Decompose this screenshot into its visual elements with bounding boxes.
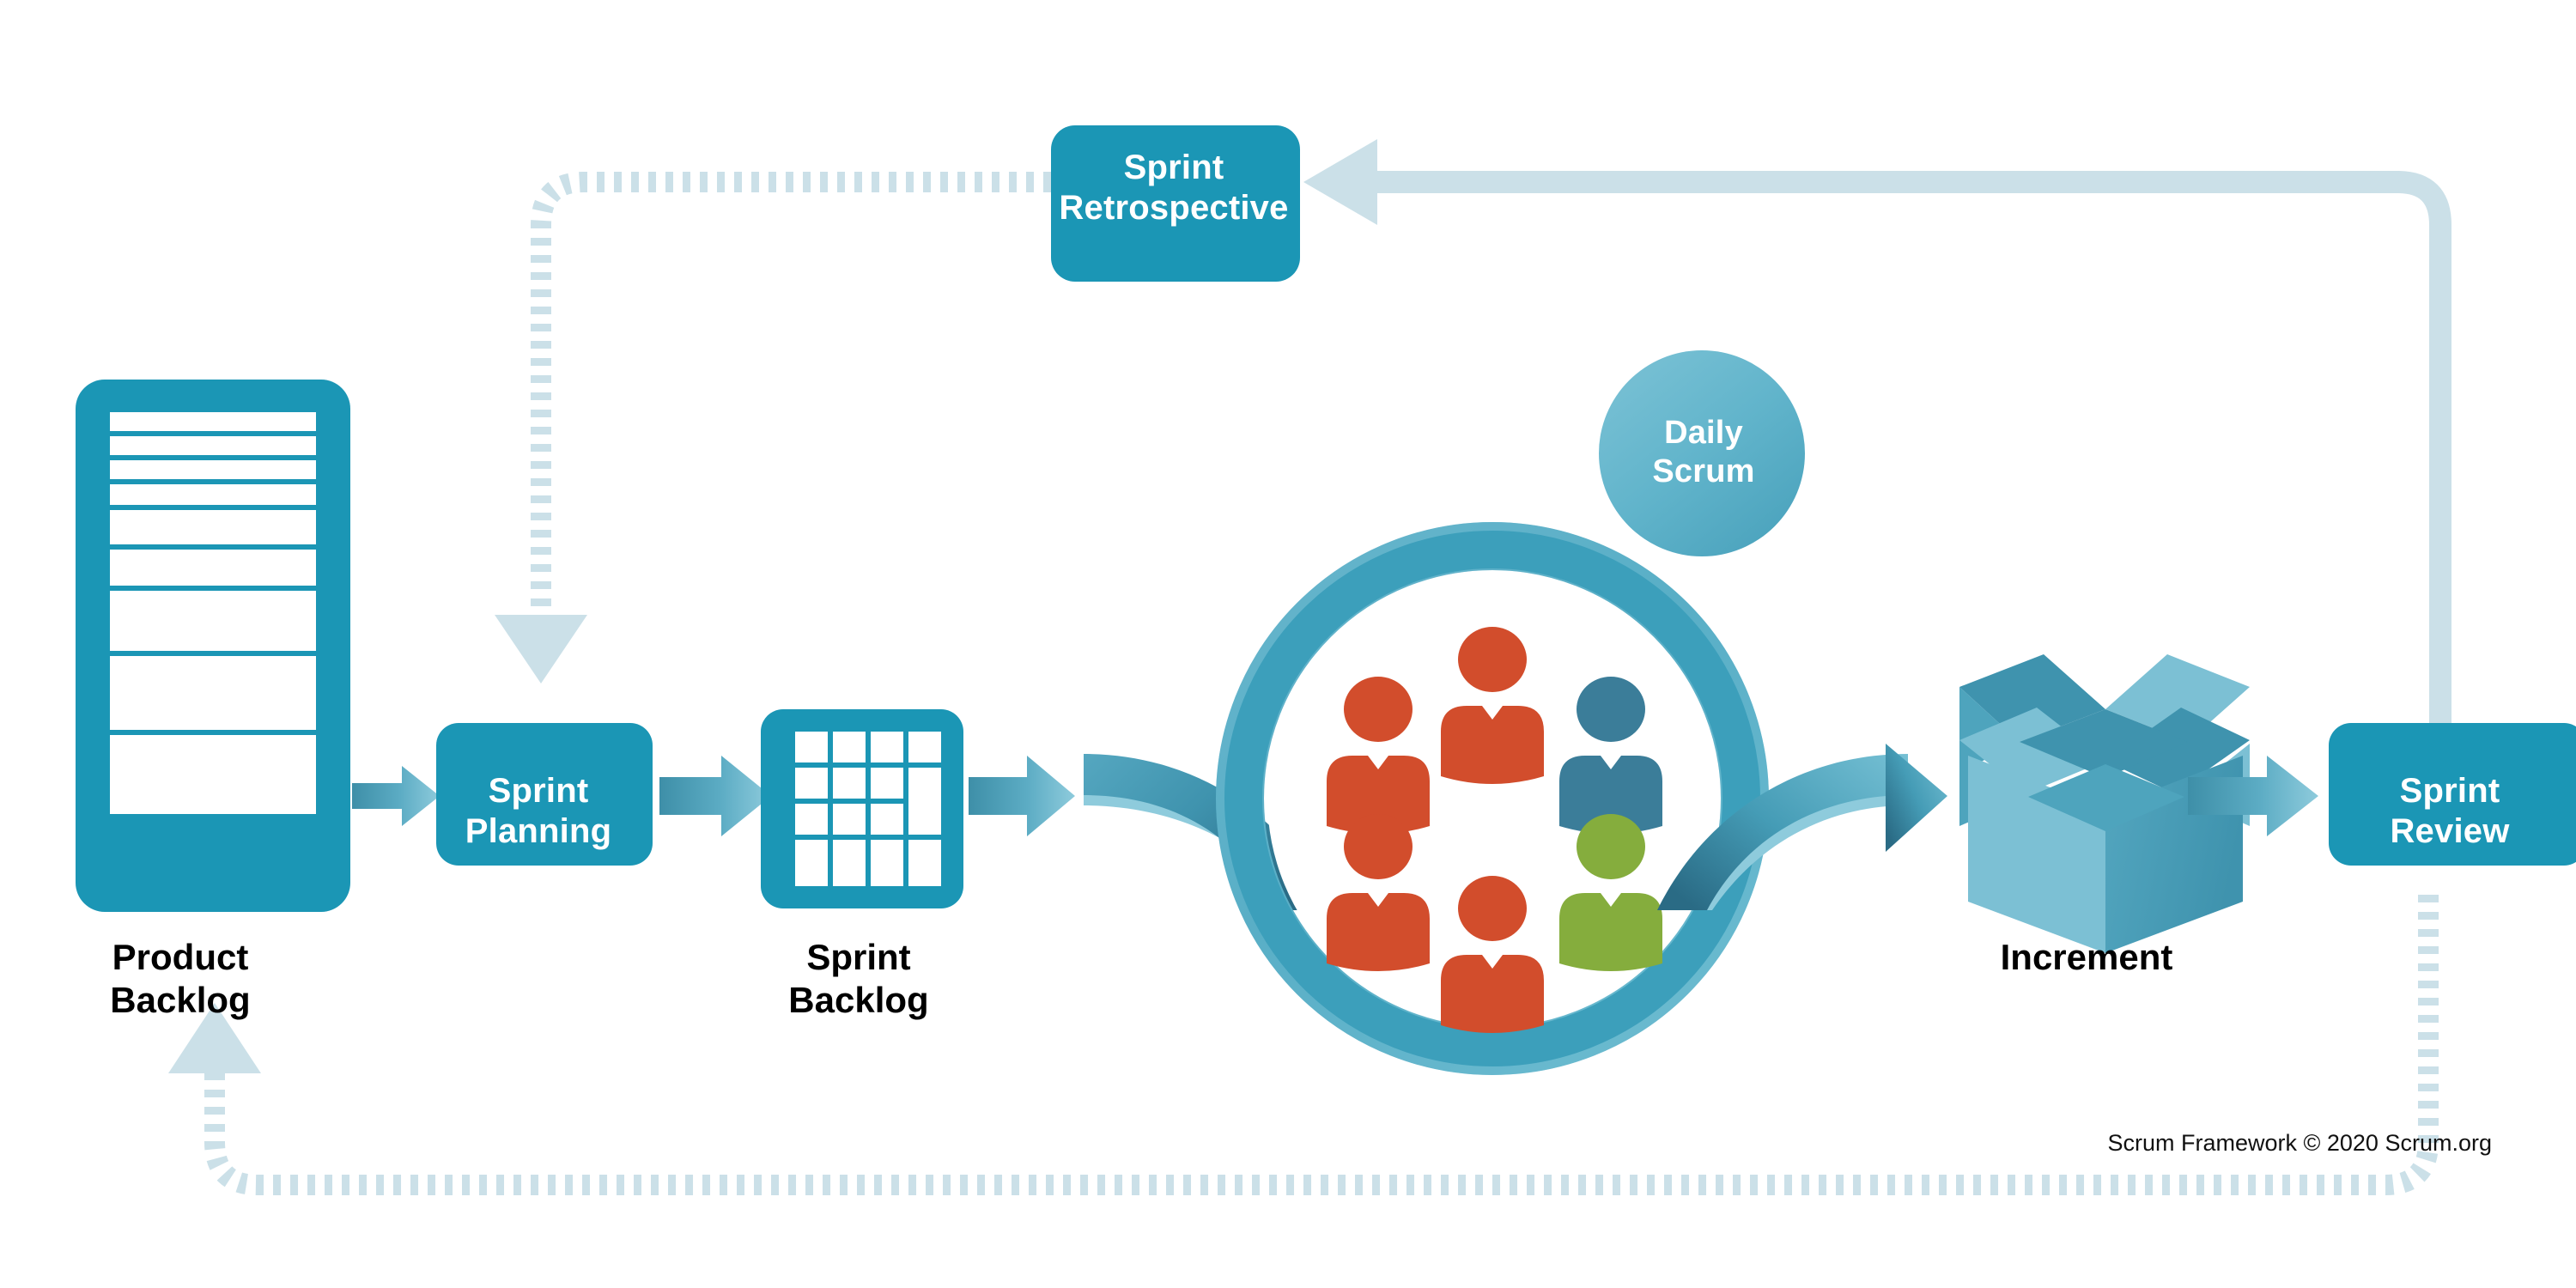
sprint-retrospective-box[interactable]: [1051, 125, 1300, 282]
scrum-team-circle[interactable]: 1 Scrum Team: [1216, 522, 1769, 1138]
copyright-note: Scrum Framework © 2020 Scrum.org: [2107, 1130, 2492, 1156]
product-backlog-caption: Product Backlog: [110, 937, 251, 1021]
connector-productbacklog-to-planning: [352, 766, 440, 826]
increment-caption: Increment: [2000, 937, 2173, 977]
sprint-backlog-icon[interactable]: [761, 709, 963, 908]
sprint-planning-box[interactable]: [436, 723, 653, 866]
product-backlog-icon[interactable]: [76, 380, 350, 912]
connector-retrospective-to-planning: [495, 172, 1051, 683]
scrum-framework-diagram: 1 Scrum Team Sprint Retrospective Sprint…: [0, 0, 2576, 1288]
connector-backlog-to-sprint: [969, 756, 1075, 836]
sprint-review-box[interactable]: [2329, 723, 2576, 866]
diagram-canvas: 1 Scrum Team: [76, 125, 2576, 1195]
connector-planning-to-backlog: [659, 756, 771, 836]
sprint-backlog-caption: Sprint Backlog: [788, 937, 929, 1021]
daily-scrum-circle[interactable]: [1599, 350, 1805, 556]
scrum-team-ring-label: 1 Scrum Team: [1434, 1079, 1666, 1138]
